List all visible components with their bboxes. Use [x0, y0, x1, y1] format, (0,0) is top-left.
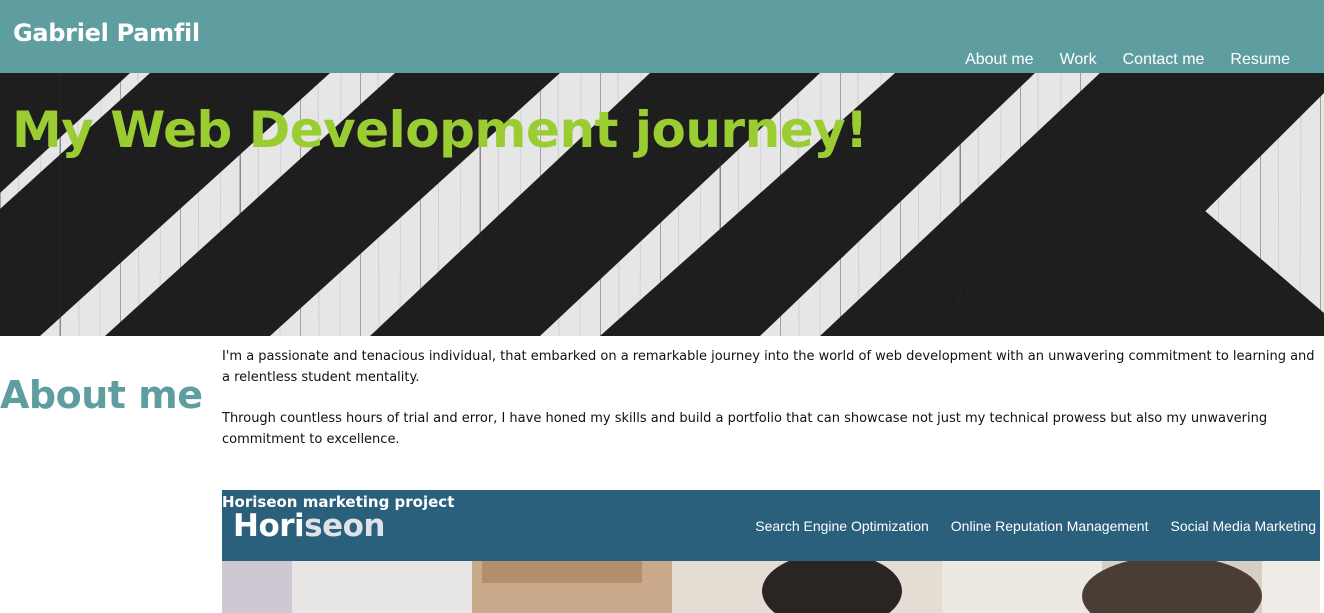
site-name[interactable]: Gabriel Pamfil [13, 19, 200, 47]
site-header: Gabriel Pamfil About me Work Contact me … [0, 0, 1324, 73]
project-screenshot-image [222, 561, 1320, 613]
about-paragraph: Through countless hours of trial and err… [222, 411, 1268, 447]
nav-resume[interactable]: Resume [1230, 51, 1290, 69]
project-logo-part2: seon [304, 508, 385, 544]
hero-banner: My Web Development journey! [0, 73, 1324, 336]
hero-title: My Web Development journey! [12, 101, 868, 159]
project-nav-item[interactable]: Search Engine Optimization [755, 518, 929, 534]
main-nav: About me Work Contact me Resume [939, 51, 1290, 69]
about-heading: About me [0, 373, 203, 417]
nav-contact-me[interactable]: Contact me [1123, 51, 1205, 69]
project-nav: Search Engine Optimization Online Reputa… [733, 518, 1316, 534]
project-nav-item[interactable]: Online Reputation Management [951, 518, 1149, 534]
nav-work[interactable]: Work [1060, 51, 1097, 69]
about-text: I'm a passionate and tenacious individua… [222, 346, 1317, 470]
project-logo: Horiseon [233, 508, 385, 544]
project-card-horiseon[interactable]: Horiseon marketing project Horiseon Sear… [222, 490, 1320, 613]
project-logo-part1: Hori [233, 508, 305, 544]
project-nav-item[interactable]: Social Media Marketing [1170, 518, 1316, 534]
nav-about-me[interactable]: About me [965, 51, 1033, 69]
about-paragraph: I'm a passionate and tenacious individua… [222, 349, 1315, 385]
